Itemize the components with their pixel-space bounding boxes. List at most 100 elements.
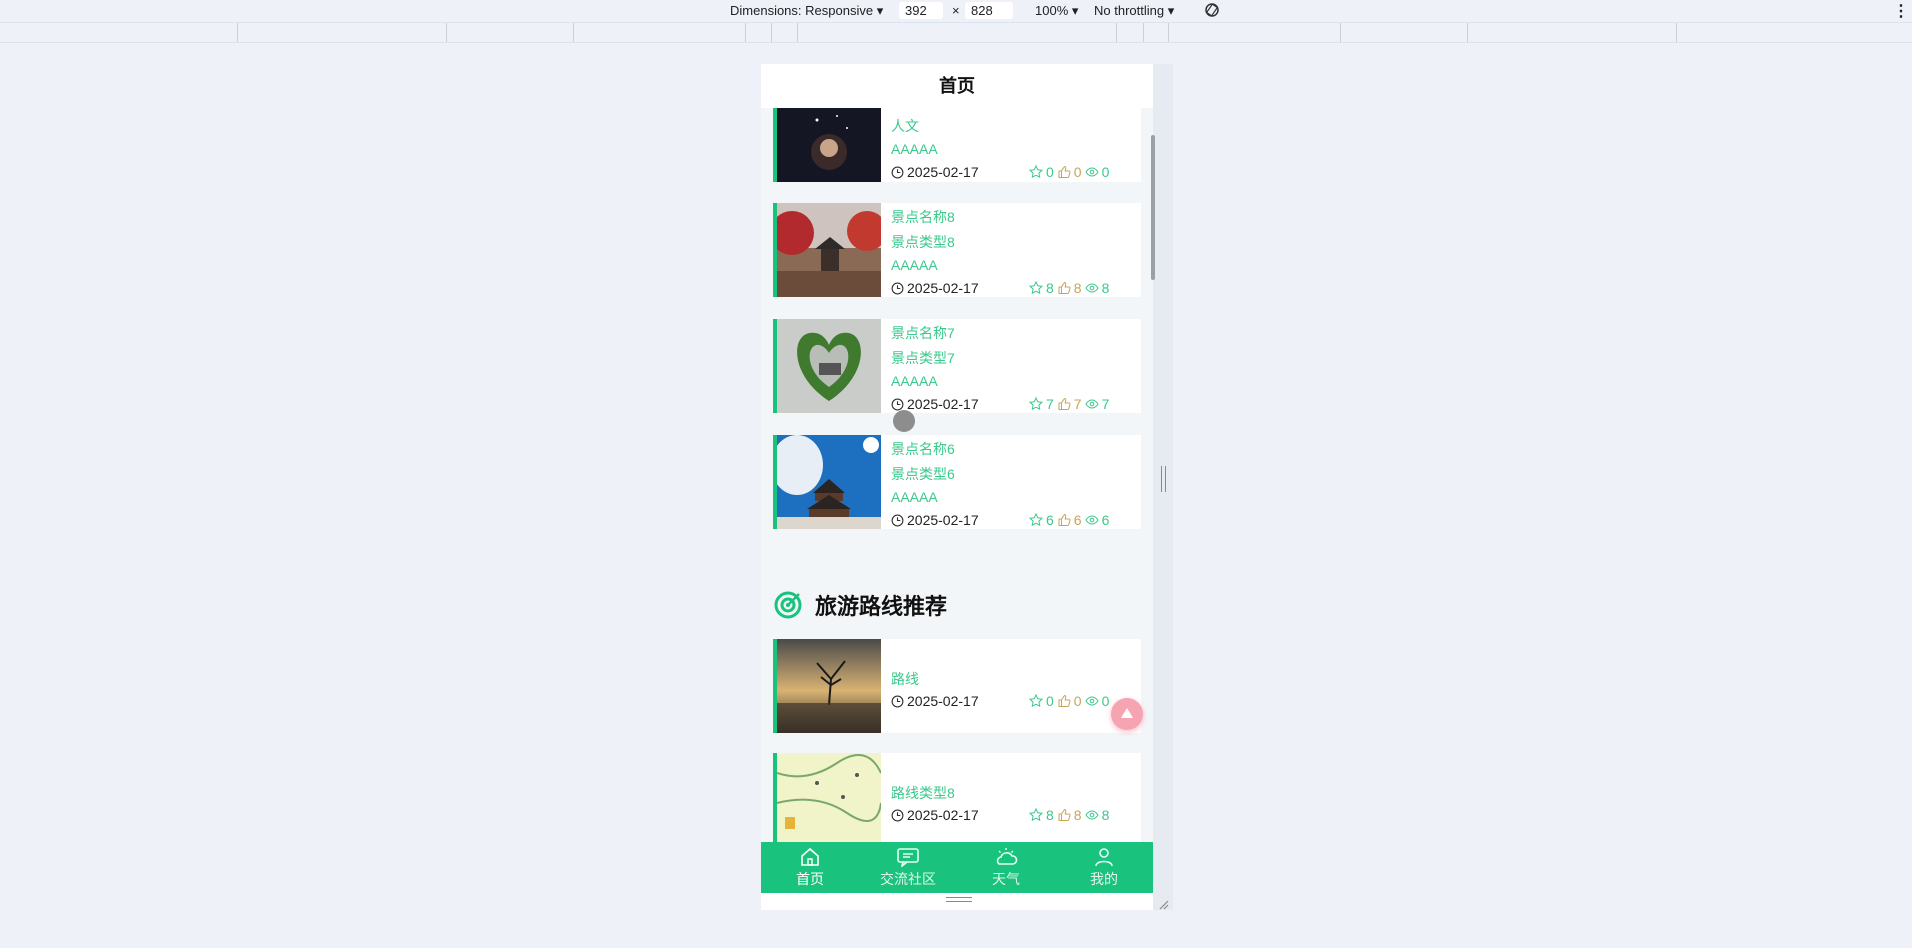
star-count: 8 — [1046, 807, 1054, 823]
tab-label: 天气 — [992, 870, 1020, 887]
target-icon — [774, 591, 802, 619]
throttling-dropdown[interactable]: No throttling ▾ — [1094, 3, 1174, 19]
scenic-date: 2025-02-17 — [891, 512, 979, 528]
resize-handle-right[interactable] — [1161, 466, 1166, 492]
scenic-type: 景点类型8 — [891, 234, 955, 250]
throttling-label: No throttling — [1094, 3, 1165, 18]
tab-mine[interactable]: 我的 — [1055, 842, 1153, 893]
width-input[interactable]: 392 — [899, 2, 943, 19]
star-count: 7 — [1046, 396, 1054, 412]
scenic-card[interactable]: 人文 AAAAA 2025-02-17 0 0 0 — [773, 108, 1141, 182]
scenic-card[interactable]: 景点名称8 景点类型8 AAAAA 2025-02-17 8 8 8 — [773, 203, 1141, 297]
star-count: 0 — [1046, 693, 1054, 709]
dimensions-label: Dimensions: Responsive — [730, 3, 874, 18]
scenic-stats: 6 6 6 — [1029, 512, 1109, 528]
eye-icon — [1085, 515, 1099, 525]
tab-weather[interactable]: 天气 — [957, 842, 1055, 893]
routes-section-header: 旅游路线推荐 — [773, 590, 947, 620]
clock-icon — [891, 398, 904, 410]
route-stats: 0 0 0 — [1029, 693, 1109, 709]
scenic-thumbnail — [777, 435, 881, 529]
chat-icon — [897, 847, 919, 867]
scenic-stats: 8 8 8 — [1029, 280, 1109, 296]
view-count: 0 — [1101, 164, 1110, 180]
height-input[interactable]: 828 — [965, 2, 1013, 19]
tab-label: 首页 — [796, 870, 824, 887]
resize-corner-icon[interactable] — [1159, 897, 1169, 910]
scenic-stats: 7 7 7 — [1029, 396, 1109, 412]
date-text: 2025-02-17 — [907, 512, 979, 528]
route-name: 路线类型8 — [891, 785, 955, 801]
routes-section-title: 旅游路线推荐 — [815, 594, 948, 619]
touch-cursor-indicator — [893, 410, 915, 432]
tab-label: 交流社区 — [880, 870, 936, 887]
thumbs-up-icon — [1058, 165, 1071, 178]
bottom-tab-bar: 首页 交流社区 天气 我的 — [761, 842, 1153, 893]
star-count: 0 — [1046, 164, 1054, 180]
clock-icon — [891, 282, 904, 294]
page-content: 人文 AAAAA 2025-02-17 0 0 0 景点名称8 景点类型8 AA… — [761, 108, 1153, 906]
devtools-toolbar: Dimensions: Responsive ▾ 392 × 828 100% … — [0, 0, 1912, 22]
eye-icon — [1085, 167, 1099, 177]
date-text: 2025-02-17 — [907, 396, 979, 412]
clock-icon — [891, 166, 904, 178]
view-count: 8 — [1101, 807, 1110, 823]
resize-handle-bottom[interactable] — [946, 897, 972, 902]
clock-icon — [891, 695, 904, 707]
view-count: 0 — [1101, 693, 1110, 709]
thumbs-up-icon — [1058, 694, 1071, 707]
route-date: 2025-02-17 — [891, 693, 979, 709]
zoom-label: 100% — [1035, 3, 1069, 18]
scenic-level: AAAAA — [891, 257, 938, 273]
home-icon — [801, 847, 819, 866]
tab-home[interactable]: 首页 — [761, 842, 859, 893]
more-vertical-icon[interactable]: ⋮ — [1893, 1, 1909, 21]
back-to-top-button[interactable] — [1111, 698, 1143, 730]
like-count: 8 — [1073, 280, 1082, 296]
scenic-thumbnail — [777, 108, 881, 182]
star-icon — [1029, 397, 1043, 411]
scenic-stats: 0 0 0 — [1029, 164, 1109, 180]
media-query-ruler — [0, 22, 1912, 43]
scenic-level: AAAAA — [891, 489, 938, 505]
route-thumbnail — [777, 753, 881, 847]
dimensions-dropdown[interactable]: Dimensions: Responsive ▾ — [730, 3, 883, 19]
scenic-type: 景点类型7 — [891, 350, 955, 366]
eye-icon — [1085, 810, 1099, 820]
scenic-type: 景点类型6 — [891, 466, 955, 482]
star-icon — [1029, 694, 1043, 708]
like-count: 7 — [1073, 396, 1082, 412]
weather-icon — [996, 847, 1018, 865]
arrow-up-icon — [1121, 708, 1133, 718]
like-count: 0 — [1073, 164, 1082, 180]
scenic-level: AAAAA — [891, 141, 938, 157]
scenic-thumbnail — [777, 203, 881, 297]
route-card[interactable]: 路线类型8 2025-02-17 8 8 8 — [773, 753, 1141, 847]
zoom-dropdown[interactable]: 100% ▾ — [1035, 3, 1078, 19]
route-date: 2025-02-17 — [891, 807, 979, 823]
scenic-name: 景点名称8 — [891, 209, 955, 225]
scenic-thumbnail — [777, 319, 881, 413]
scenic-card[interactable]: 景点名称7 景点类型7 AAAAA 2025-02-17 7 7 7 — [773, 319, 1141, 413]
star-icon — [1029, 281, 1043, 295]
page-title: 首页 — [761, 64, 1153, 108]
route-name: 路线 — [891, 671, 919, 687]
scrollbar-thumb[interactable] — [1151, 135, 1155, 280]
clock-icon — [891, 514, 904, 526]
date-text: 2025-02-17 — [907, 164, 979, 180]
rotate-icon[interactable] — [1203, 1, 1221, 22]
clock-icon — [891, 809, 904, 821]
view-count: 6 — [1101, 512, 1110, 528]
dimensions-x-separator: × — [952, 3, 960, 18]
eye-icon — [1085, 399, 1099, 409]
thumbs-up-icon — [1058, 281, 1071, 294]
date-text: 2025-02-17 — [907, 280, 979, 296]
tab-label: 我的 — [1090, 870, 1118, 887]
tab-community[interactable]: 交流社区 — [859, 842, 957, 893]
scenic-name: 景点名称6 — [891, 441, 955, 457]
thumbs-up-icon — [1058, 808, 1071, 821]
star-icon — [1029, 808, 1043, 822]
scenic-card[interactable]: 景点名称6 景点类型6 AAAAA 2025-02-17 6 6 6 — [773, 435, 1141, 529]
star-count: 6 — [1046, 512, 1054, 528]
route-card[interactable]: 路线 2025-02-17 0 0 0 — [773, 639, 1141, 733]
